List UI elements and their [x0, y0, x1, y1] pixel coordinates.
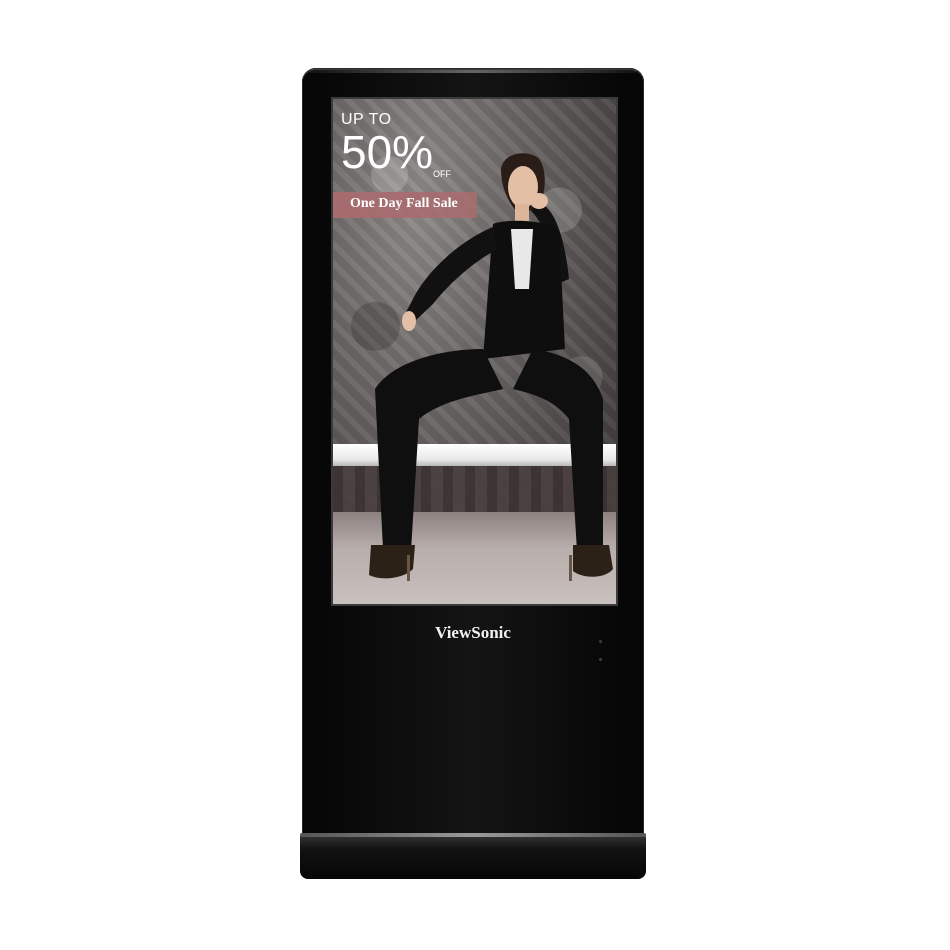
- promo-off-text: OFF: [433, 169, 451, 179]
- promo-banner-text: One Day Fall Sale: [350, 196, 458, 211]
- brand-logo: ViewSonic: [435, 623, 511, 642]
- digital-signage-kiosk: UP TO 50% OFF One Day Fall Sale ViewSoni…: [302, 68, 644, 838]
- kiosk-top-edge: [310, 70, 636, 73]
- kiosk-base-highlight: [300, 833, 646, 837]
- promo-percent-text: 50%: [341, 126, 434, 178]
- display-screen: UP TO 50% OFF One Day Fall Sale: [331, 97, 618, 606]
- kiosk-base-stand: [300, 833, 646, 879]
- sensor-dots: [599, 630, 609, 661]
